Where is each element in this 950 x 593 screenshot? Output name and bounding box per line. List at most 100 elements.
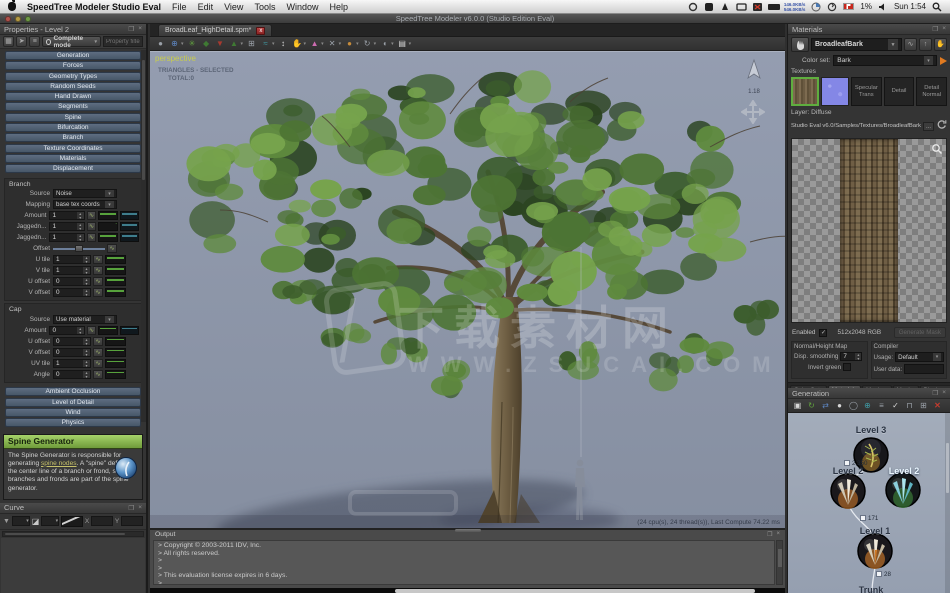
curve-preset-dropdown[interactable] [12, 516, 30, 526]
hand-tool-icon[interactable]: ✋ [292, 38, 303, 49]
status-icon-1[interactable] [688, 2, 698, 11]
sphere-tool-icon[interactable]: ● [155, 38, 166, 49]
apple-menu-icon[interactable] [8, 2, 16, 11]
curve-thumbnail[interactable] [105, 277, 126, 286]
keyboard-icon[interactable] [768, 2, 778, 11]
light-direction-gizmo[interactable]: 1.18 [741, 58, 767, 95]
curve-thumbnail[interactable] [105, 359, 126, 368]
menu-file[interactable]: File [172, 2, 187, 12]
undo-icon[interactable]: ↻ [362, 38, 373, 49]
float-panel-icon[interactable]: ❐ [128, 25, 134, 33]
float-panel-icon[interactable]: ❐ [767, 531, 772, 538]
sync-icon[interactable] [827, 2, 837, 11]
section-random-seeds[interactable]: Random Seeds [5, 82, 141, 91]
section-generation[interactable]: Generation [5, 51, 141, 60]
properties-scrollbar[interactable] [141, 50, 146, 422]
curve-preview[interactable] [61, 516, 83, 527]
close-panel-icon[interactable]: × [138, 25, 142, 33]
generate-mask-button[interactable]: Generate Mask [894, 327, 946, 338]
disp-smoothing-spinner[interactable]: 7▴▾ [840, 352, 862, 361]
node-level2a[interactable] [829, 472, 867, 510]
generation-panel-header[interactable]: Generation ❐× [788, 388, 950, 399]
section-ambient-occlusion[interactable]: Ambient Occlusion [5, 387, 141, 396]
close-panel-icon[interactable]: × [776, 531, 780, 538]
section-hand-drawn[interactable]: Hand Drawn [5, 92, 141, 101]
node-level2b[interactable] [884, 471, 922, 509]
curve-toggle-button[interactable]: ∿ [87, 211, 96, 220]
curve-thumbnail[interactable] [98, 222, 117, 231]
sync-generators-icon[interactable]: ⇄ [820, 400, 831, 411]
curve-toggle-button[interactable]: ∿ [93, 266, 103, 275]
specular-trans-slot[interactable]: Specular Trans [851, 77, 882, 106]
node-tool-icon[interactable]: ⊕ [169, 38, 180, 49]
float-panel-icon[interactable]: ❐ [932, 25, 938, 33]
curve-thumbnail[interactable] [98, 233, 117, 242]
prune-tool-icon[interactable]: ▼ [215, 38, 226, 49]
screenshot-icon[interactable]: ▤ [397, 38, 408, 49]
curve-thumbnail[interactable] [120, 211, 139, 220]
slider-mode-icon[interactable]: ≡ [29, 36, 40, 47]
browse-button[interactable]: ... [923, 122, 934, 131]
node-label-level2b-selected[interactable]: Level 2 [869, 466, 939, 476]
section-level-of-detail[interactable]: Level of Detail [5, 398, 141, 407]
loop-icon[interactable]: ◯ [848, 400, 859, 411]
filter-icon[interactable]: ▼ [3, 518, 10, 525]
clock-pie-icon[interactable] [811, 2, 821, 11]
section-segments[interactable]: Segments [5, 102, 141, 111]
curve-toggle-button[interactable]: ∿ [93, 337, 103, 346]
tree-node-icon[interactable]: ⊕ [862, 400, 873, 411]
node-level1[interactable] [856, 532, 894, 570]
float-panel-icon[interactable]: ❐ [128, 504, 134, 512]
window-titlebar[interactable]: SpeedTree Modeler v6.0.0 (Studio Edition… [0, 14, 950, 24]
curve-thumbnail[interactable] [120, 326, 139, 335]
minimize-window-button[interactable] [15, 16, 21, 22]
curve-toggle-button[interactable]: ∿ [87, 233, 96, 242]
texture-preview[interactable] [791, 138, 947, 323]
show-window-icon[interactable]: ▣ [792, 400, 803, 411]
curve-toggle-button[interactable]: ∿ [93, 348, 103, 357]
curve-thumbnail[interactable] [105, 370, 126, 379]
menu-edit[interactable]: Edit [198, 2, 214, 12]
battery-percent[interactable]: 1% [860, 2, 872, 11]
curve-panel-header[interactable]: Curve ❐× [0, 503, 146, 514]
zoom-window-button[interactable] [25, 16, 31, 22]
branch-amount-spinner[interactable]: 1▴▾ [49, 211, 84, 220]
menu-window[interactable]: Window [286, 2, 318, 12]
curve-thumbnail[interactable] [105, 266, 126, 275]
invert-green-checkbox[interactable] [843, 363, 851, 371]
notification-icon[interactable] [720, 2, 730, 11]
validate-icon[interactable]: ✓ [890, 400, 901, 411]
section-materials[interactable]: Materials [5, 154, 141, 163]
property-filter-input[interactable] [103, 36, 143, 47]
user-data-field[interactable] [904, 364, 944, 374]
menu-help[interactable]: Help [329, 2, 348, 12]
cap-uoffset-spinner[interactable]: 0▴▾ [53, 337, 91, 346]
spine-nodes-link[interactable]: spine nodes [41, 460, 77, 467]
grow-tool-icon[interactable]: ≈ [260, 38, 271, 49]
leaf-tool-icon[interactable]: ✳ [187, 38, 198, 49]
detail-slot[interactable]: Detail [884, 77, 915, 106]
curve-thumbnail[interactable] [98, 211, 117, 220]
curve-toggle-button[interactable]: ∿ [87, 326, 96, 335]
status-icon-2[interactable] [704, 2, 714, 11]
new-material-icon[interactable]: ✋ [934, 38, 947, 51]
network-speed[interactable]: 146.0KB/s 546.0KB/s [784, 2, 806, 12]
curve-editor-area[interactable] [1, 538, 145, 593]
splitter-grip[interactable] [455, 529, 481, 532]
graph-scrollbar[interactable] [945, 413, 950, 593]
close-panel-icon[interactable]: × [942, 389, 946, 397]
volume-icon[interactable] [878, 2, 888, 11]
section-forces[interactable]: Forces [5, 61, 141, 70]
curve-y-field[interactable] [121, 516, 143, 526]
curve-thumbnail[interactable] [98, 326, 117, 335]
cap-angle-spinner[interactable]: 0▴▾ [53, 370, 91, 379]
close-panel-icon[interactable]: × [942, 25, 946, 33]
detail-normal-slot[interactable]: Detail Normal [916, 77, 947, 106]
document-tab[interactable]: BroadLeaf_HighDetail.spm* x [158, 24, 272, 36]
reload-texture-icon[interactable] [936, 117, 947, 135]
sphere-icon[interactable]: ● [834, 400, 845, 411]
enabled-checkbox[interactable]: ✓ [819, 329, 827, 337]
curve-thumbnail[interactable] [105, 255, 126, 264]
curve-toggle-button[interactable]: ∿ [93, 288, 103, 297]
view-mode-label[interactable]: perspective [155, 54, 196, 63]
